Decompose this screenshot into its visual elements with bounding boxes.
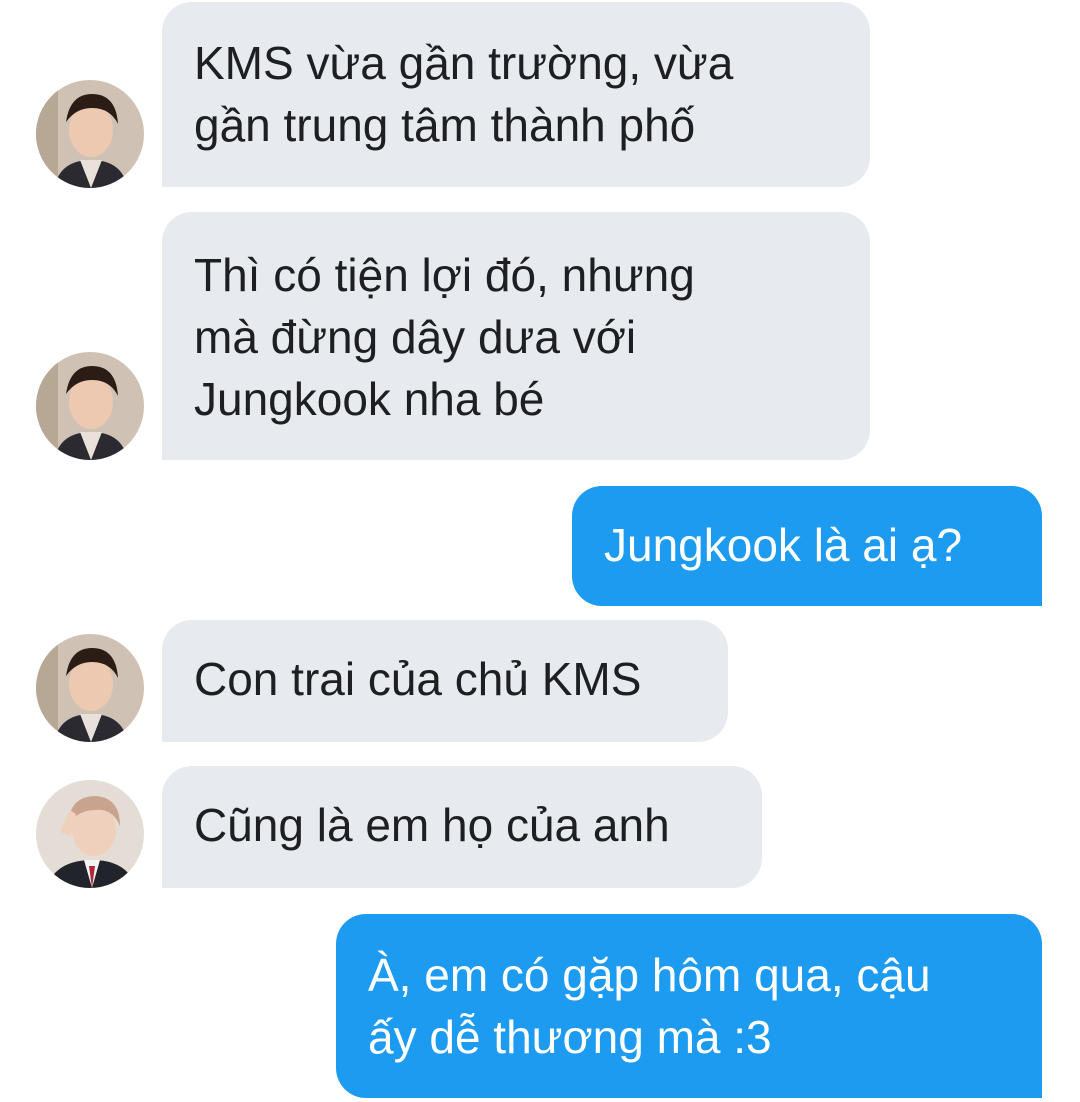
incoming-message-bubble[interactable]: KMS vừa gần trường, vừa gần trung tâm th… [162, 2, 870, 187]
outgoing-message-bubble[interactable]: Jungkook là ai ạ? [572, 486, 1042, 606]
outgoing-message-bubble[interactable]: À, em có gặp hôm qua, cậu ấy dễ thương m… [336, 914, 1042, 1098]
avatar-jin[interactable] [36, 352, 144, 460]
avatar-jin[interactable] [36, 80, 144, 188]
incoming-message-bubble[interactable]: Cũng là em họ của anh [162, 766, 762, 888]
incoming-message-bubble[interactable]: Thì có tiện lợi đó, nhưng mà đừng dây dư… [162, 212, 870, 460]
avatar-rm[interactable] [36, 780, 144, 888]
incoming-message-bubble[interactable]: Con trai của chủ KMS [162, 620, 728, 742]
avatar-jin[interactable] [36, 634, 144, 742]
